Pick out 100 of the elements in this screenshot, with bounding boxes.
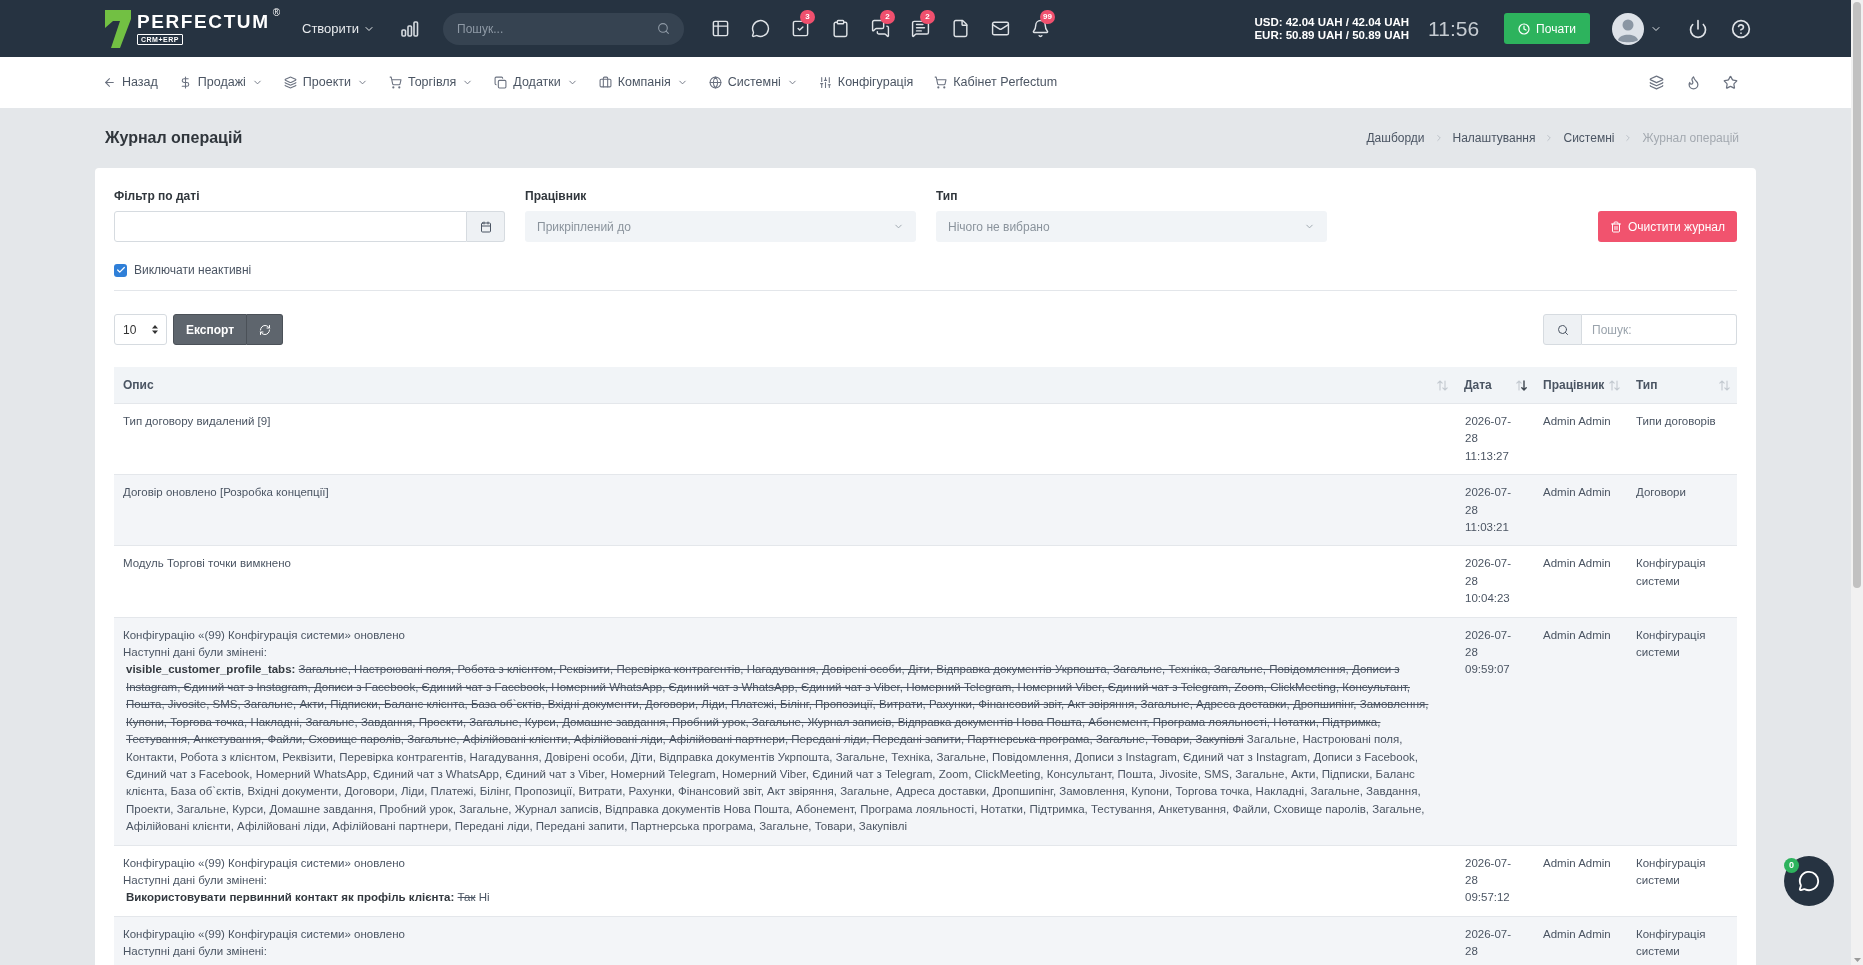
notification-badge: 3 xyxy=(800,10,816,24)
power-icon[interactable] xyxy=(1688,18,1708,39)
calendar-icon xyxy=(479,220,492,233)
arrow-left-icon xyxy=(103,76,116,89)
checked-square-icon[interactable] xyxy=(791,19,811,38)
date-input[interactable] xyxy=(114,211,467,242)
help-icon[interactable] xyxy=(1731,18,1751,39)
nav-item[interactable]: Компанія xyxy=(598,73,688,92)
table-icon[interactable] xyxy=(711,19,731,38)
mail-icon[interactable] xyxy=(991,19,1011,38)
up-down-caret-icon xyxy=(152,325,158,334)
notification-badge: 99 xyxy=(1040,10,1056,24)
column-header[interactable]: Працівник xyxy=(1543,376,1605,394)
trash-icon xyxy=(1609,220,1622,233)
briefcase-icon xyxy=(598,76,612,89)
table-cell-text: Admin Admin xyxy=(1543,485,1611,501)
date-cell-text: 2026-07-28 10:04:23 xyxy=(1465,556,1513,607)
breadcrumb-link[interactable]: Системні xyxy=(1563,129,1615,147)
search-icon xyxy=(657,22,671,35)
table-cell-text: Конфігурація системи xyxy=(1636,855,1707,888)
table-cell-text: Admin Admin xyxy=(1543,627,1611,643)
clock-time: 11:56 xyxy=(1428,18,1480,39)
currency-rate: EUR: 50.89 UAH / 50.89 UAH xyxy=(1254,28,1410,42)
export-button[interactable]: Експорт xyxy=(173,314,248,345)
date-cell-text: 2026-07-28 xyxy=(1465,926,1513,960)
table-cell-text: Admin Admin xyxy=(1543,926,1611,942)
filter-label: Працівник xyxy=(525,189,588,203)
date-cell-text: 2026-07-28 09:57:12 xyxy=(1465,855,1513,906)
globe-icon xyxy=(708,76,722,89)
notification-badge: 2 xyxy=(920,10,936,24)
breadcrumb-current: Журнал операцій xyxy=(1642,130,1739,147)
page-title: Журнал операцій xyxy=(105,128,243,148)
clock-icon xyxy=(1518,22,1531,35)
breadcrumb-link[interactable]: Дашборди xyxy=(1366,129,1425,147)
description-text: Конфігурацію «(99) Конфігурація системи» оновлено xyxy=(123,855,405,871)
cart-icon xyxy=(934,76,948,89)
chat-badge: 0 xyxy=(1784,858,1799,873)
logo-icon[interactable] xyxy=(105,9,131,48)
scrollbar-thumb[interactable] xyxy=(1853,2,1861,588)
filter-label: Фільтр по даті xyxy=(114,189,201,203)
clipboard-icon[interactable] xyxy=(831,19,851,38)
logo-wordmark: PERFECTUM xyxy=(137,12,270,32)
refresh-icon xyxy=(258,323,271,336)
table-cell-text: Admin Admin xyxy=(1543,414,1611,429)
nav-item[interactable]: Додатки xyxy=(494,73,578,92)
create-menu[interactable]: Створити xyxy=(302,18,376,39)
column-header[interactable]: Дата xyxy=(1464,376,1492,394)
refresh-button[interactable] xyxy=(247,314,284,345)
nav-item[interactable]: Системні xyxy=(708,73,798,92)
checkbox[interactable] xyxy=(114,263,127,277)
check-icon xyxy=(115,265,126,275)
column-header[interactable]: Опис xyxy=(123,376,154,394)
nav-item[interactable]: Кабінет Perfectum xyxy=(934,73,1058,92)
messages-icon[interactable] xyxy=(871,19,891,38)
description-text: Тип договору видалений [9] xyxy=(123,414,271,429)
description-text: Конфігурацію «(99) Конфігурація системи» оновлено xyxy=(123,627,405,643)
registered-mark: ® xyxy=(272,8,280,18)
breadcrumb-link[interactable]: Налаштування xyxy=(1452,129,1536,147)
date-cell-text: 2026-07-28 11:13:27 xyxy=(1465,414,1513,464)
search-field[interactable]: Пошук... xyxy=(443,12,685,45)
changes-heading: Наступні дані були змінені: xyxy=(123,944,267,960)
table-cell-text: Конфігурація системи xyxy=(1636,926,1707,960)
date-cell-text: 2026-07-28 11:03:21 xyxy=(1465,485,1513,536)
table-search-field[interactable]: Пошук: xyxy=(1582,314,1737,345)
bar-chart-icon[interactable] xyxy=(401,20,420,37)
flame-icon[interactable] xyxy=(1686,75,1701,90)
filter-label: Тип xyxy=(936,189,959,203)
nav-item[interactable]: Назад xyxy=(103,73,158,92)
table-cell-text: Admin Admin xyxy=(1543,556,1611,572)
layers-icon xyxy=(283,76,297,89)
copy-icon xyxy=(494,76,508,89)
star-icon[interactable] xyxy=(1723,75,1738,90)
date-cell-text: 2026-07-28 09:59:07 xyxy=(1465,627,1513,678)
sort-icon[interactable] xyxy=(1516,379,1527,391)
layers-icon[interactable] xyxy=(1649,75,1664,90)
change-entry: visible_customer_profile_tabs: Загальне, Настроювані поля, Робота з клієнтом, Реквізити, Перевірка контрагентів, Нагадування, Довірені особи, Діти, Відправка документів Укрпошта, Загальне, Техніка, Загальне, Повідомлення, Дописи з Instagram, Єдиний чат з Instagram, Дописи з Facebook, Єдиний чат з Facebook, Номерний WhatsApp, Єдиний чат з WhatsApp, Єдиний чат з Viber, Номерний Telegram, Номерний Viber, Єдиний чат з Telegram, Zoom, ClickMeeting, Консультант, Пошта, Jivosite, SMS, Загальне, Акти, Підписки, Баланс клієнта, База об`єктів, Вхідні документи, Договори, Ліди, Платежі, Білінг, Пропозиції, Витрати, Рахунки, Фінансовий звіт, Акт звіряння, Загальне, Адреса доставки, Дропшипінг, Замовлення, Купони, Торгова точка, Накладні, Загальне, Завдання, Проекти, Загальне, Курси, Домашне завдання, Пробний урок, Загальне, Журнал записів, Відправка документів Нова Пошта, Абонемент, Програма лояльності, Нотатки, Підтримка, Тестування, Анкетування, Файли, Сховище паролів, Загальне, Афілійовані клієнти, Афілійовані ліди, Афілійовані партнери, Передані ліди, Передані запити, Партнерська програма, Загальне, Товари, Закупівлі Загальне, Настроювані поля, Контакти, Робота з клієнтом, Реквізити, Перевірка контрагентів, Нагадування, Довірені особи, Діти, Відправка документів Укрпошта, Загальне, Техніка, Загальне, Повідомлення, Дописи з Instagram, Єдиний чат з Instagram, Дописи з Facebook, Єдиний чат з Facebook, Номерний WhatsApp, Єдиний чат з WhatsApp, Єдиний чат з Viber, Номерний Telegram, Номерний Viber, Єдиний чат з Telegram, Zoom, ClickMeeting, Консультант, Пошта, Jivosite, SMS, Загальне, Акти, Підписки, Баланс клієнта, База об`єктів, Вхідні документи, Договори, Ліди, Платежі, Білінг, Пропозиції, Витрати, Рахунки, Фінансовий звіт, Акт звіряння, Загальне, Адреса доставки, Дропшипінг, Замовлення, Купони, Торгова точка, Накладні, Загальне, Завдання, Проекти, Загальне, Курси, Домашне завдання, Пробний урок, Загальне, Журнал записів, Відправка документів Нова Пошта, Абонемент, Програма лояльності, Нотатки, Підтримка, Тестування, Анкетування, Файли, Сховище паролів, Загальне, Афілійовані клієнти, Афілійовані ліди, Афілійовані партнери, Передані ліди, Передані запити, Партнерська програма, Загальне, Товари, Закупівлі xyxy=(125,662,1430,835)
bell-icon[interactable] xyxy=(1031,19,1051,38)
nav-item[interactable]: Продажі xyxy=(178,73,263,92)
chat-bubble-icon xyxy=(1798,870,1820,892)
column-header[interactable]: Тип xyxy=(1636,376,1658,394)
page-length-select[interactable]: 10 xyxy=(114,314,167,345)
avatar-icon[interactable] xyxy=(1612,12,1644,45)
description-text: Модуль Торгові точки вимкнено xyxy=(123,556,291,572)
sliders-icon xyxy=(818,76,832,89)
table-cell-text: Конфігурація системи xyxy=(1636,556,1707,589)
description-text: Конфігурацію «(99) Конфігурація системи» оновлено xyxy=(123,926,405,942)
message-text-icon[interactable] xyxy=(911,19,931,38)
changes-heading: Наступні дані були змінені: xyxy=(123,645,267,661)
change-entry: Використовувати первинний контакт як профіль клієнта: Так Ні xyxy=(125,890,491,906)
description-text: Договір оновлено [Розробка концепції] xyxy=(123,485,329,501)
nav-item[interactable]: Проекти xyxy=(283,73,368,92)
file-icon[interactable] xyxy=(951,19,971,38)
nav-item[interactable]: Конфігурація xyxy=(818,73,914,92)
calendar-button[interactable] xyxy=(467,211,505,242)
nav-item[interactable]: Торгівля xyxy=(389,73,474,92)
table-cell-text: Конфігурація системи xyxy=(1636,627,1707,661)
chat-bubble-icon[interactable] xyxy=(751,19,771,38)
checkbox-label[interactable]: Виключати неактивні xyxy=(134,261,252,279)
table-cell-text: Типи договорів xyxy=(1636,414,1717,429)
table-cell-text: Договори xyxy=(1636,485,1687,501)
